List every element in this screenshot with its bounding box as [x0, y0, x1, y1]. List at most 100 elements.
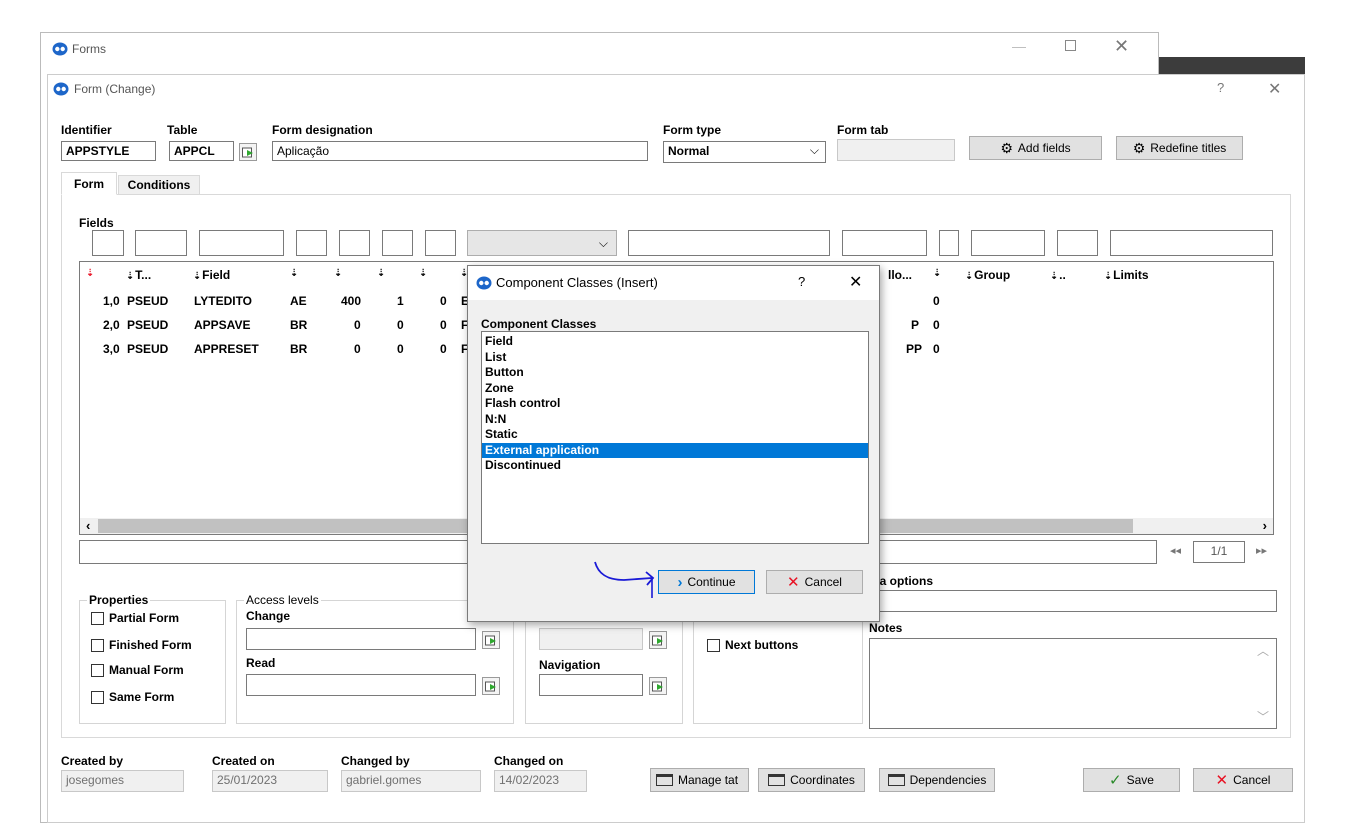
sort-icon[interactable]: ⇣	[377, 268, 385, 279]
help-icon[interactable]: ?	[1217, 80, 1224, 95]
row-cell: P	[911, 318, 920, 332]
scroll-down-icon[interactable]: ﹀	[1257, 708, 1269, 725]
form-type-select[interactable]: Normal ⌵	[663, 141, 826, 163]
cancel-button[interactable]: ✕ Cancel	[1193, 768, 1293, 792]
close-icon[interactable]: ✕	[1268, 79, 1281, 99]
filter-input[interactable]	[1057, 230, 1098, 256]
gear-icon: ⚙	[1000, 139, 1013, 156]
filter-input[interactable]	[842, 230, 927, 256]
row-cell: 400	[341, 294, 362, 308]
dependencies-button[interactable]: Dependencies	[879, 768, 995, 792]
change-input[interactable]	[246, 628, 476, 650]
close-icon[interactable]: ✕	[1114, 36, 1129, 57]
identifier-input[interactable]: APPSTYLE	[61, 141, 156, 161]
filter-select[interactable]: ⌵	[467, 230, 617, 256]
identifier-label: Identifier	[61, 123, 112, 137]
tab-form[interactable]: Form	[61, 172, 117, 195]
column-header[interactable]: ⇣ Limits	[1104, 268, 1149, 282]
designation-input[interactable]: Aplicação	[272, 141, 648, 161]
manual-form-checkbox[interactable]: Manual Form	[91, 663, 184, 677]
list-item[interactable]: List	[482, 350, 868, 366]
navigation-lookup-button[interactable]	[649, 677, 667, 695]
component-classes-list[interactable]: Field List Button Zone Flash control N:N…	[481, 331, 869, 544]
redefine-titles-button[interactable]: ⚙ Redefine titles	[1116, 136, 1243, 160]
list-item[interactable]: Button	[482, 365, 868, 381]
list-item[interactable]: Static	[482, 427, 868, 443]
filter-input[interactable]	[1110, 230, 1273, 256]
app-logo-icon	[476, 276, 492, 293]
list-item[interactable]: Field	[482, 334, 868, 350]
row-cell: AE	[290, 294, 307, 308]
help-icon[interactable]: ?	[798, 274, 805, 289]
filter-input[interactable]	[628, 230, 830, 256]
column-header[interactable]: ⇣ Group	[965, 268, 1010, 282]
lookup-icon	[485, 635, 496, 646]
filter-input[interactable]	[135, 230, 187, 256]
minimize-icon[interactable]: —	[1012, 38, 1026, 54]
form-tab-label: Form tab	[837, 123, 889, 137]
document-lookup-button[interactable]	[649, 631, 667, 649]
tab-conditions[interactable]: Conditions	[118, 175, 200, 195]
extra-options-input[interactable]	[869, 590, 1277, 612]
scroll-right-icon[interactable]: ›	[1263, 518, 1267, 533]
outer-titlebar: Forms — ✕	[40, 32, 1159, 66]
close-icon[interactable]: ✕	[849, 272, 862, 292]
read-lookup-button[interactable]	[482, 677, 500, 695]
dialog-cancel-button[interactable]: ✕ Cancel	[766, 570, 863, 594]
sort-icon[interactable]: ⇣	[933, 268, 941, 279]
notes-textarea[interactable]: ︿ ﹀	[869, 638, 1277, 729]
same-form-checkbox[interactable]: Same Form	[91, 690, 174, 704]
column-header[interactable]: ⇣ Field	[193, 268, 230, 282]
filter-input[interactable]	[92, 230, 124, 256]
filter-input[interactable]	[339, 230, 370, 256]
navigation-input[interactable]	[539, 674, 643, 696]
dependencies-label: Dependencies	[909, 773, 987, 787]
list-item[interactable]: Flash control	[482, 396, 868, 412]
last-page-icon[interactable]: ▸▸	[1256, 544, 1267, 557]
sort-icon[interactable]: ⇣	[334, 268, 342, 279]
scroll-left-icon[interactable]: ‹	[86, 518, 90, 533]
checkbox-box	[91, 638, 104, 652]
manage-tab-button[interactable]: Manage tat	[650, 768, 749, 792]
next-buttons-checkbox[interactable]: Next buttons	[707, 638, 798, 652]
filter-input[interactable]	[382, 230, 413, 256]
column-header[interactable]: ⇣ ..	[1050, 268, 1066, 282]
filter-input[interactable]	[939, 230, 959, 256]
scroll-up-icon[interactable]: ︿	[1257, 642, 1269, 659]
filter-input[interactable]	[971, 230, 1045, 256]
save-button[interactable]: ✓ Save	[1083, 768, 1180, 792]
list-item[interactable]: Discontinued	[482, 458, 868, 474]
filter-input[interactable]	[425, 230, 456, 256]
add-fields-button[interactable]: ⚙ Add fields	[969, 136, 1102, 160]
coordinates-button[interactable]: Coordinates	[758, 768, 865, 792]
first-page-icon[interactable]: ◂◂	[1170, 544, 1181, 557]
filter-input[interactable]	[199, 230, 284, 256]
finished-form-checkbox[interactable]: Finished Form	[91, 638, 192, 652]
list-item[interactable]: Zone	[482, 381, 868, 397]
sort-icon[interactable]: ⇣	[290, 268, 298, 279]
row-type: PSEUD	[127, 318, 169, 332]
lookup-icon	[485, 681, 496, 692]
list-item-selected[interactable]: External application	[482, 442, 868, 458]
sort-icon: ⇣	[193, 271, 203, 282]
dialog-titlebar: Component Classes (Insert) ? ✕	[468, 266, 879, 300]
list-item[interactable]: N:N	[482, 412, 868, 428]
sort-icon[interactable]: ⇣	[86, 268, 94, 279]
sort-icon[interactable]: ⇣	[419, 268, 427, 279]
changed-on-value: 14/02/2023	[494, 770, 587, 792]
partial-form-checkbox[interactable]: Partial Form	[91, 611, 179, 625]
change-lookup-button[interactable]	[482, 631, 500, 649]
background-dark-strip	[1159, 57, 1305, 74]
continue-button[interactable]: › Continue	[658, 570, 755, 594]
column-header[interactable]: ⇣ T...	[126, 268, 151, 282]
filter-input[interactable]	[296, 230, 327, 256]
column-header[interactable]: llo...	[888, 268, 912, 282]
checkbox-label: Finished Form	[109, 638, 192, 652]
form-window-title: Form (Change)	[74, 82, 156, 96]
maximize-icon[interactable]	[1065, 40, 1076, 51]
table-input[interactable]: APPCL	[169, 141, 234, 161]
table-lookup-button[interactable]	[239, 143, 257, 161]
read-input[interactable]	[246, 674, 476, 696]
tab-form-label: Form	[74, 177, 104, 191]
row-cell: 0	[933, 318, 940, 332]
